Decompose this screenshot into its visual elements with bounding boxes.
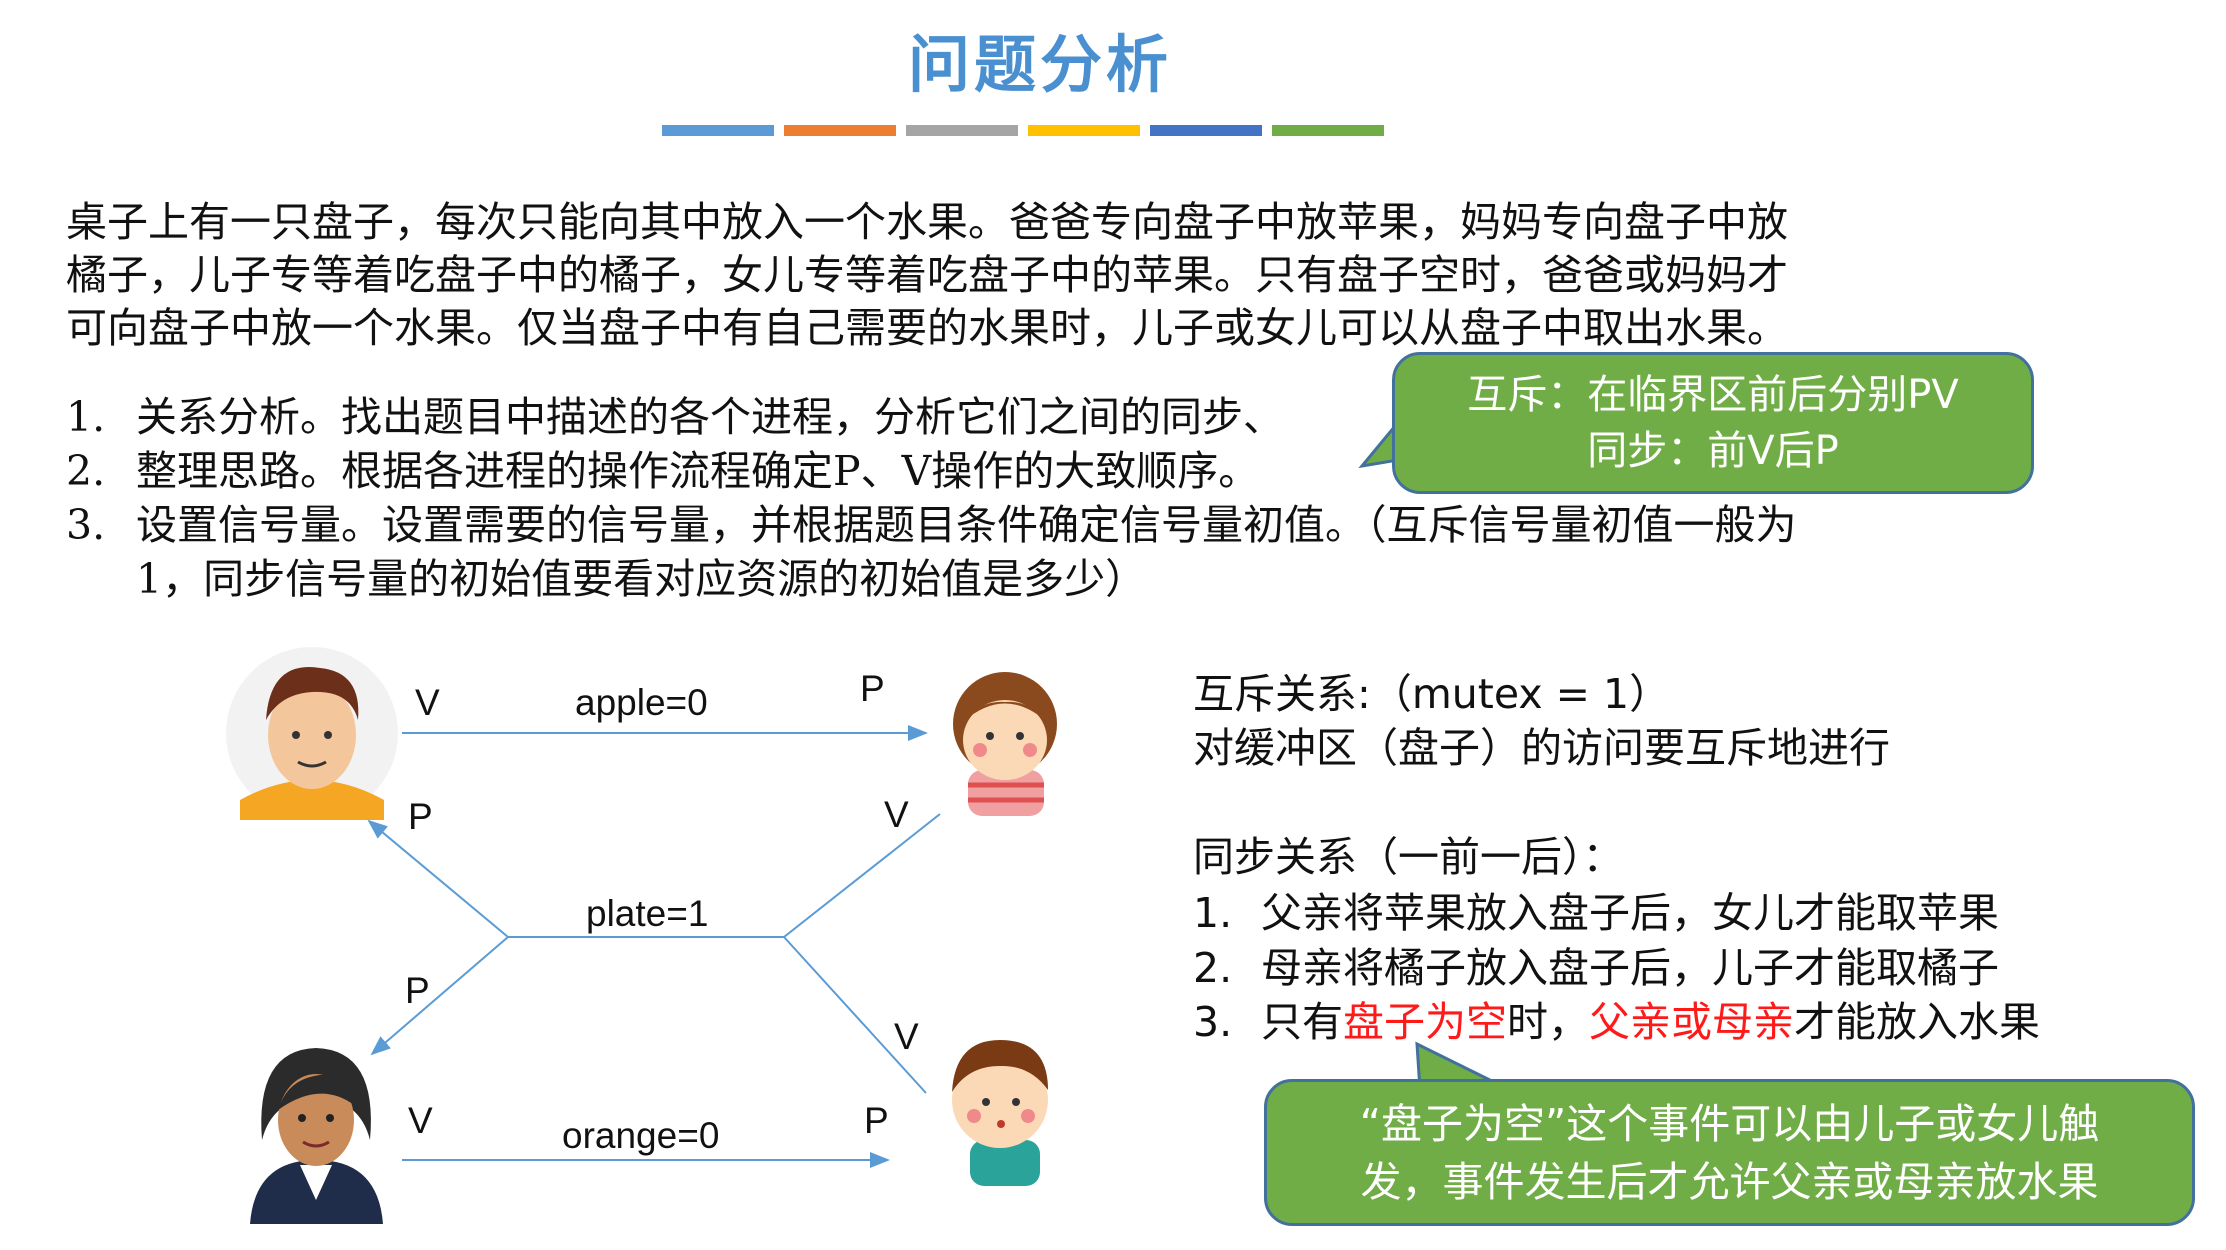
- sync-item-3: 3. 只有盘子为空时，父亲或母亲才能放入水果: [1193, 988, 2040, 1048]
- mutex-title: 互斥关系:（mutex = 1）: [1193, 670, 1671, 718]
- callout-line: 同步：前V后P: [1587, 428, 1839, 474]
- plate-to-mother-arrow: [370, 936, 509, 1056]
- mother-p-label: P: [405, 970, 430, 1011]
- plate-semaphore-label: plate=1: [586, 893, 709, 934]
- father-p-label: P: [408, 796, 433, 837]
- father-v-label: V: [415, 682, 440, 723]
- daughter-avatar: [953, 672, 1057, 816]
- item-text: 母亲将橘子放入盘子后，儿子才能取橘子: [1261, 944, 1999, 992]
- highlight-text: 父亲或母亲: [1589, 998, 1794, 1046]
- son-avatar: [952, 1040, 1048, 1186]
- son-to-plate-line: [783, 936, 927, 1094]
- mother-avatar: [250, 1048, 383, 1224]
- mutex-desc: 对缓冲区（盘子）的访问要互斥地进行: [1193, 724, 1890, 772]
- item-number: 3.: [1193, 998, 1233, 1046]
- item-text: 时，: [1507, 998, 1589, 1046]
- sync-item-1: 1. 父亲将苹果放入盘子后，女儿才能取苹果: [1193, 879, 1999, 939]
- orange-semaphore-label: orange=0: [562, 1115, 720, 1156]
- callout-line: “盘子为空”这个事件可以由儿子或女儿触: [1359, 1099, 2100, 1148]
- item-number: 2.: [1193, 944, 1233, 992]
- item-number: 1.: [1193, 889, 1233, 937]
- process-diagram: [226, 647, 1057, 1224]
- father-avatar: [226, 647, 398, 820]
- item-text: 才能放入水果: [1794, 998, 2040, 1046]
- sync-title: 同步关系（一前一后）：: [1193, 833, 1624, 881]
- highlight-text: 盘子为空: [1343, 998, 1507, 1046]
- mother-v-label: V: [408, 1100, 433, 1141]
- apple-semaphore-label: apple=0: [575, 682, 708, 723]
- item-text: 父亲将苹果放入盘子后，女儿才能取苹果: [1261, 889, 1999, 937]
- son-p-label: P: [864, 1100, 889, 1141]
- daughter-v-label: V: [884, 794, 909, 835]
- plate-to-father-arrow: [367, 819, 509, 938]
- callout-line: 互斥：在临界区前后分别PV: [1467, 372, 1959, 418]
- empty-plate-callout: “盘子为空”这个事件可以由儿子或女儿触 发，事件发生后才允许父亲或母亲放水果: [1264, 1079, 2195, 1226]
- daughter-p-label: P: [860, 668, 885, 709]
- item-text: 只有: [1261, 998, 1343, 1046]
- daughter-to-plate-line: [783, 813, 941, 938]
- callout-line: 发，事件发生后才允许父亲或母亲放水果: [1360, 1157, 2099, 1206]
- sync-item-2: 2. 母亲将橘子放入盘子后，儿子才能取橘子: [1193, 934, 1999, 994]
- son-v-label: V: [894, 1016, 919, 1057]
- pv-rule-callout: 互斥：在临界区前后分别PV 同步：前V后P: [1392, 352, 2034, 494]
